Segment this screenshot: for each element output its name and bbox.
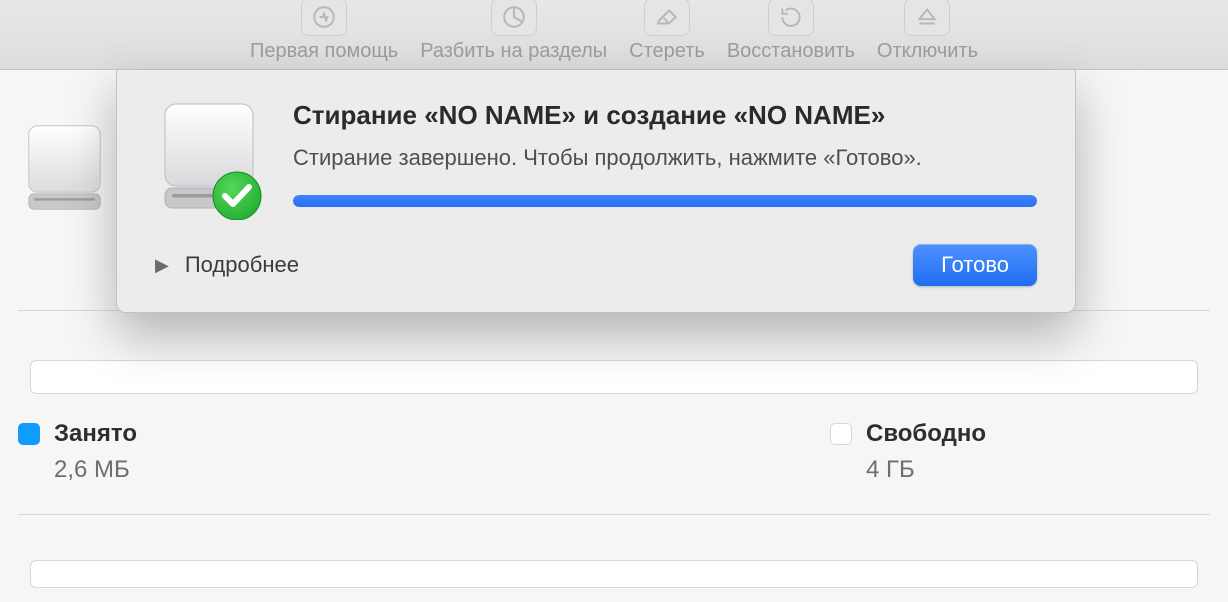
erase-sheet: Стирание «NO NAME» и создание «NO NAME» …	[116, 70, 1076, 313]
sheet-title: Стирание «NO NAME» и создание «NO NAME»	[293, 100, 1037, 131]
toolbar-erase[interactable]: Стереть	[629, 0, 705, 63]
used-value: 2,6 МБ	[54, 456, 770, 484]
window-body: Занято 2,6 МБ Свободно 4 ГБ	[0, 70, 1228, 602]
erase-icon	[644, 0, 690, 36]
background-drive-icon	[22, 120, 107, 215]
used-label: Занято	[54, 420, 137, 448]
toolbar-label: Разбить на разделы	[420, 40, 607, 63]
free-swatch	[830, 423, 852, 445]
usage-row: Занято 2,6 МБ Свободно 4 ГБ	[18, 420, 1210, 515]
progress-bar	[293, 195, 1037, 207]
restore-icon	[768, 0, 814, 36]
done-button[interactable]: Готово	[913, 244, 1037, 286]
partition-icon	[491, 0, 537, 36]
toolbar-label: Стереть	[629, 40, 705, 63]
usage-used: Занято 2,6 МБ	[18, 420, 770, 484]
toolbar-restore[interactable]: Восстановить	[727, 0, 855, 63]
first-aid-icon	[301, 0, 347, 36]
details-toggle[interactable]: ▶ Подробнее	[155, 252, 299, 278]
toolbar-label: Первая помощь	[250, 40, 398, 63]
sheet-message: Стирание завершено. Чтобы продолжить, на…	[293, 145, 1037, 171]
toolbar-label: Восстановить	[727, 40, 855, 63]
bottom-info-bar	[30, 560, 1198, 588]
toolbar: Первая помощь Разбить на разделы Стереть…	[0, 0, 1228, 70]
eject-icon	[904, 0, 950, 36]
capacity-bar	[30, 360, 1198, 394]
progress-fill	[293, 195, 1037, 207]
used-swatch	[18, 423, 40, 445]
free-label: Свободно	[866, 420, 986, 448]
toolbar-label: Отключить	[877, 40, 978, 63]
usage-free: Свободно 4 ГБ	[830, 420, 1210, 484]
sheet-drive-icon	[155, 100, 265, 220]
free-value: 4 ГБ	[866, 456, 1210, 484]
toolbar-first-aid[interactable]: Первая помощь	[250, 0, 398, 63]
disclosure-triangle-icon: ▶	[155, 255, 169, 276]
toolbar-partition[interactable]: Разбить на разделы	[420, 0, 607, 63]
details-label: Подробнее	[185, 252, 299, 278]
toolbar-unmount[interactable]: Отключить	[877, 0, 978, 63]
